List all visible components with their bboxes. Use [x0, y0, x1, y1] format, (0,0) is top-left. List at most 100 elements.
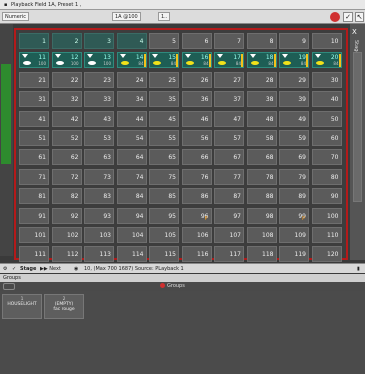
- channel-cell[interactable]: 44: [116, 110, 147, 127]
- channel-cell[interactable]: 19 84: [279, 52, 309, 69]
- channel-cell[interactable]: 82: [51, 188, 82, 205]
- channel-cell[interactable]: 7: [214, 33, 244, 49]
- channel-cell[interactable]: 61: [19, 149, 49, 166]
- group-tile-houselight[interactable]: 1 HOUSELIGHT: [2, 294, 42, 319]
- channel-cell[interactable]: 16 84: [181, 52, 212, 69]
- channel-cell[interactable]: 108: [246, 227, 277, 243]
- channel-cell[interactable]: 103: [84, 227, 114, 243]
- channel-cell[interactable]: 81: [19, 188, 49, 205]
- channel-cell[interactable]: 92: [51, 207, 82, 224]
- channel-cell[interactable]: 93: [84, 207, 114, 224]
- channel-cell[interactable]: 23: [84, 71, 114, 88]
- group-tile-empty[interactable]: 2 (EMPTY) fac rouge: [44, 294, 84, 319]
- channel-cell[interactable]: 46: [181, 110, 212, 127]
- settings-icon[interactable]: ⚙: [3, 264, 7, 274]
- channel-cell[interactable]: 15 84: [149, 52, 179, 69]
- channel-cell[interactable]: 91: [19, 207, 49, 224]
- groups-mode-icon[interactable]: [3, 283, 15, 290]
- channel-cell[interactable]: 90: [311, 188, 342, 205]
- channel-cell[interactable]: 33: [84, 91, 114, 108]
- channel-cell[interactable]: 77: [214, 168, 244, 185]
- channel-cell[interactable]: 30: [311, 71, 342, 88]
- channel-cell[interactable]: 114: [116, 246, 147, 263]
- channel-cell[interactable]: 60: [311, 130, 342, 146]
- channel-cell[interactable]: 39: [279, 91, 309, 108]
- channel-cell[interactable]: 20 84: [311, 52, 342, 69]
- channel-cell[interactable]: 32: [51, 91, 82, 108]
- channel-cell[interactable]: 104: [116, 227, 147, 243]
- record-icon[interactable]: [330, 12, 340, 22]
- channel-cell[interactable]: 58: [246, 130, 277, 146]
- channel-cell[interactable]: 35: [149, 91, 179, 108]
- channel-cell[interactable]: 115: [149, 246, 179, 263]
- channel-cell[interactable]: 27: [214, 71, 244, 88]
- channel-cell[interactable]: 64: [116, 149, 147, 166]
- channel-cell[interactable]: 5: [149, 33, 179, 49]
- channel-cell[interactable]: 47: [214, 110, 244, 127]
- channel-cell[interactable]: 89: [279, 188, 309, 205]
- channel-cell[interactable]: 80: [311, 168, 342, 185]
- channel-cell[interactable]: 56: [181, 130, 212, 146]
- check-icon[interactable]: ✓: [343, 12, 353, 22]
- numeric-mode-button[interactable]: Numeric: [2, 12, 30, 21]
- channel-cell[interactable]: 72: [51, 168, 82, 185]
- channel-cell[interactable]: 67: [214, 149, 244, 166]
- channel-cell[interactable]: 107: [214, 227, 244, 243]
- channel-cell[interactable]: 13 100: [84, 52, 114, 69]
- channel-cell[interactable]: 9: [279, 33, 309, 49]
- channel-cell[interactable]: 57: [214, 130, 244, 146]
- channel-cell[interactable]: 119: [279, 246, 309, 263]
- channel-cell[interactable]: 85: [149, 188, 179, 205]
- channel-cell[interactable]: 40: [311, 91, 342, 108]
- channel-cell[interactable]: 106: [181, 227, 212, 243]
- channel-cell[interactable]: 29: [279, 71, 309, 88]
- channel-cell[interactable]: 84: [116, 188, 147, 205]
- channel-cell[interactable]: 41: [19, 110, 49, 127]
- channel-cell[interactable]: 71: [19, 168, 49, 185]
- channel-cell[interactable]: 31: [19, 91, 49, 108]
- channel-cell[interactable]: 21: [19, 71, 49, 88]
- channel-cell[interactable]: 59: [279, 130, 309, 146]
- channel-cell[interactable]: 111: [19, 246, 49, 263]
- channel-cell[interactable]: 99 P: [279, 207, 309, 224]
- channel-cell[interactable]: 105: [149, 227, 179, 243]
- channel-cell[interactable]: 12 100: [51, 52, 82, 69]
- channel-cell[interactable]: 24: [116, 71, 147, 88]
- channel-cell[interactable]: 109: [279, 227, 309, 243]
- channel-cell[interactable]: 79: [279, 168, 309, 185]
- stage-checkbox[interactable]: ✓: [12, 264, 16, 274]
- close-icon[interactable]: X: [352, 28, 357, 36]
- channel-cell[interactable]: 37: [214, 91, 244, 108]
- next-button[interactable]: ▶▶ Next: [40, 264, 61, 274]
- channel-cell[interactable]: 6: [181, 33, 212, 49]
- channel-cell[interactable]: 68: [246, 149, 277, 166]
- channel-cell[interactable]: 2: [51, 33, 82, 49]
- channel-cell[interactable]: 95: [149, 207, 179, 224]
- channel-cell[interactable]: 3: [84, 33, 114, 49]
- channel-cell[interactable]: 54: [116, 130, 147, 146]
- channel-cell[interactable]: 4: [116, 33, 147, 49]
- channel-cell[interactable]: 8: [246, 33, 277, 49]
- channel-cell[interactable]: 110: [311, 227, 342, 243]
- channel-cell[interactable]: 18 84: [246, 52, 277, 69]
- channel-cell[interactable]: 118: [246, 246, 277, 263]
- channel-cell[interactable]: 66: [181, 149, 212, 166]
- channel-cell[interactable]: 101: [19, 227, 49, 243]
- channel-cell[interactable]: 65: [149, 149, 179, 166]
- channel-cell[interactable]: 116: [181, 246, 212, 263]
- channel-cell[interactable]: 76: [181, 168, 212, 185]
- channel-cell[interactable]: 55: [149, 130, 179, 146]
- channel-cell[interactable]: 42: [51, 110, 82, 127]
- channel-cell[interactable]: 25: [149, 71, 179, 88]
- channel-cell[interactable]: 26: [181, 71, 212, 88]
- channel-cell[interactable]: 112: [51, 246, 82, 263]
- channel-cell[interactable]: 1: [19, 33, 49, 49]
- channel-cell[interactable]: 100: [311, 207, 342, 224]
- channel-cell[interactable]: 74: [116, 168, 147, 185]
- channel-cell[interactable]: 94: [116, 207, 147, 224]
- channel-cell[interactable]: 86: [181, 188, 212, 205]
- channel-cell[interactable]: 83: [84, 188, 114, 205]
- channel-cell[interactable]: 102: [51, 227, 82, 243]
- channel-cell[interactable]: 17 84: [214, 52, 244, 69]
- channel-cell[interactable]: 28: [246, 71, 277, 88]
